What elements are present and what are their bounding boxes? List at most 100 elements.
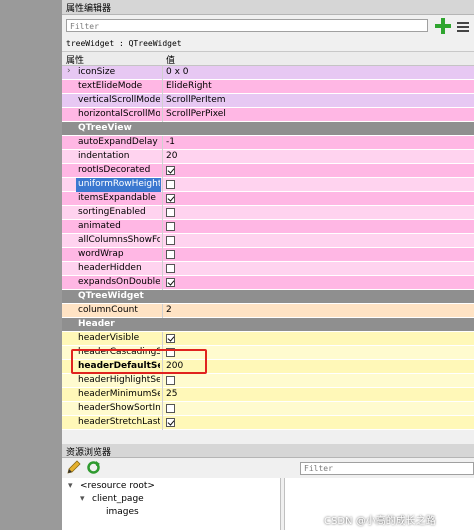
property-value[interactable]: 25 (166, 389, 177, 399)
property-checkbox[interactable] (166, 250, 175, 259)
property-row[interactable]: wordWrap (62, 248, 474, 262)
header-property[interactable]: 属性 (66, 53, 84, 66)
property-value[interactable]: ElideRight (166, 81, 212, 91)
dock-title-bar[interactable]: 属性编辑器 (62, 0, 474, 15)
property-checkbox[interactable] (166, 334, 175, 343)
property-name: headerShowSortIn... (78, 403, 160, 413)
property-row[interactable]: uniformRowHeights (62, 178, 474, 192)
property-name: textElideMode (78, 81, 143, 91)
property-row[interactable]: sortingEnabled (62, 206, 474, 220)
property-row[interactable]: headerShowSortIn... (62, 402, 474, 416)
property-value[interactable]: ScrollPerItem (166, 95, 226, 105)
tree-node-root[interactable]: <resource root> (80, 481, 155, 491)
expand-arrow-icon[interactable]: ▾ (80, 494, 85, 504)
property-row[interactable]: allColumnsShowFo... (62, 234, 474, 248)
tree-node-client-page[interactable]: client_page (92, 494, 144, 504)
resource-tree: ▾ <resource root> ▾ client_page images (62, 478, 281, 530)
category-row: QTreeWidget (62, 290, 474, 304)
property-row[interactable]: indentation 20 (62, 150, 474, 164)
expand-arrow-icon[interactable]: ▾ (68, 481, 73, 491)
column-divider (162, 136, 163, 150)
property-row[interactable]: expandsOnDouble... (62, 276, 474, 290)
property-checkbox[interactable] (166, 264, 175, 273)
object-class-label: treeWidget : QTreeWidget (66, 39, 182, 48)
property-checkbox[interactable] (166, 376, 175, 385)
column-divider (162, 248, 163, 262)
property-row[interactable]: textElideMode ElideRight (62, 80, 474, 94)
resource-browser-title: 资源浏览器 (66, 448, 112, 458)
property-row[interactable]: headerStretchLastS... (62, 416, 474, 430)
property-row[interactable]: autoExpandDelay -1 (62, 136, 474, 150)
property-value[interactable]: -1 (166, 137, 175, 147)
property-row[interactable]: headerHighlightSec... (62, 374, 474, 388)
property-row[interactable]: animated (62, 220, 474, 234)
property-value[interactable]: ScrollPerPixel (166, 109, 226, 119)
property-name: horizontalScrollMo... (78, 109, 160, 119)
highlight-annotation (71, 349, 207, 374)
property-row[interactable]: verticalScrollMode ScrollPerItem (62, 94, 474, 108)
column-divider (162, 108, 163, 122)
property-name: headerStretchLastS... (78, 417, 160, 427)
property-checkbox[interactable] (166, 194, 175, 203)
property-name: allColumnsShowFo... (78, 235, 160, 245)
property-value[interactable]: 20 (166, 151, 177, 161)
tree-node-images[interactable]: images (106, 507, 139, 517)
property-checkbox[interactable] (166, 418, 175, 427)
property-checkbox[interactable] (166, 236, 175, 245)
column-divider (162, 332, 163, 346)
property-row[interactable]: headerHidden (62, 262, 474, 276)
property-name: iconSize (78, 67, 116, 77)
column-divider (162, 234, 163, 248)
property-checkbox[interactable] (166, 222, 175, 231)
property-row[interactable]: › iconSize 0 x 0 (62, 66, 474, 80)
property-name: headerMinimumSe... (78, 389, 160, 399)
property-table-header: 属性 值 (62, 52, 474, 66)
column-divider (162, 94, 163, 108)
column-divider (162, 178, 163, 192)
column-divider (162, 220, 163, 234)
property-value[interactable]: 0 x 0 (166, 67, 189, 77)
column-divider (162, 402, 163, 416)
expand-arrow-icon[interactable]: › (67, 66, 71, 76)
category-label: QTreeWidget (78, 291, 144, 301)
column-divider (162, 66, 163, 80)
property-editor-dock: 属性编辑器 Filter treeWidget : QTreeWidget 属性… (62, 0, 474, 530)
column-divider (162, 150, 163, 164)
property-name: indentation (78, 151, 130, 161)
category-row: Header (62, 318, 474, 332)
add-property-icon[interactable] (434, 17, 452, 35)
property-checkbox[interactable] (166, 166, 175, 175)
property-checkbox[interactable] (166, 278, 175, 287)
property-row[interactable]: headerVisible (62, 332, 474, 346)
column-divider (162, 262, 163, 276)
property-name: headerHighlightSec... (78, 375, 160, 385)
resource-browser-title-bar[interactable]: 资源浏览器 (62, 444, 474, 458)
property-row[interactable]: rootIsDecorated (62, 164, 474, 178)
property-name: animated (78, 221, 121, 231)
property-checkbox[interactable] (166, 404, 175, 413)
filter-input[interactable]: Filter (66, 19, 428, 32)
property-row[interactable]: headerMinimumSe... 25 (62, 388, 474, 402)
property-name: sortingEnabled (78, 207, 146, 217)
property-row[interactable]: horizontalScrollMo... ScrollPerPixel (62, 108, 474, 122)
property-checkbox[interactable] (166, 208, 175, 217)
reload-icon[interactable] (86, 460, 101, 475)
pencil-icon[interactable] (66, 460, 81, 475)
property-name: columnCount (78, 305, 138, 315)
column-divider (162, 192, 163, 206)
property-checkbox[interactable] (166, 180, 175, 189)
property-row[interactable]: columnCount 2 (62, 304, 474, 318)
resource-filter-input[interactable]: Filter (300, 462, 474, 475)
property-name: itemsExpandable (78, 193, 156, 203)
property-row[interactable]: itemsExpandable (62, 192, 474, 206)
column-divider (162, 374, 163, 388)
header-value[interactable]: 值 (166, 53, 175, 66)
property-value[interactable]: 2 (166, 305, 172, 315)
column-divider (162, 304, 163, 318)
property-name: uniformRowHeights (78, 179, 160, 189)
filter-row: Filter (62, 15, 474, 37)
property-name: verticalScrollMode (78, 95, 160, 105)
menu-icon[interactable] (456, 21, 470, 33)
property-name: headerHidden (78, 263, 142, 273)
column-divider (162, 206, 163, 220)
